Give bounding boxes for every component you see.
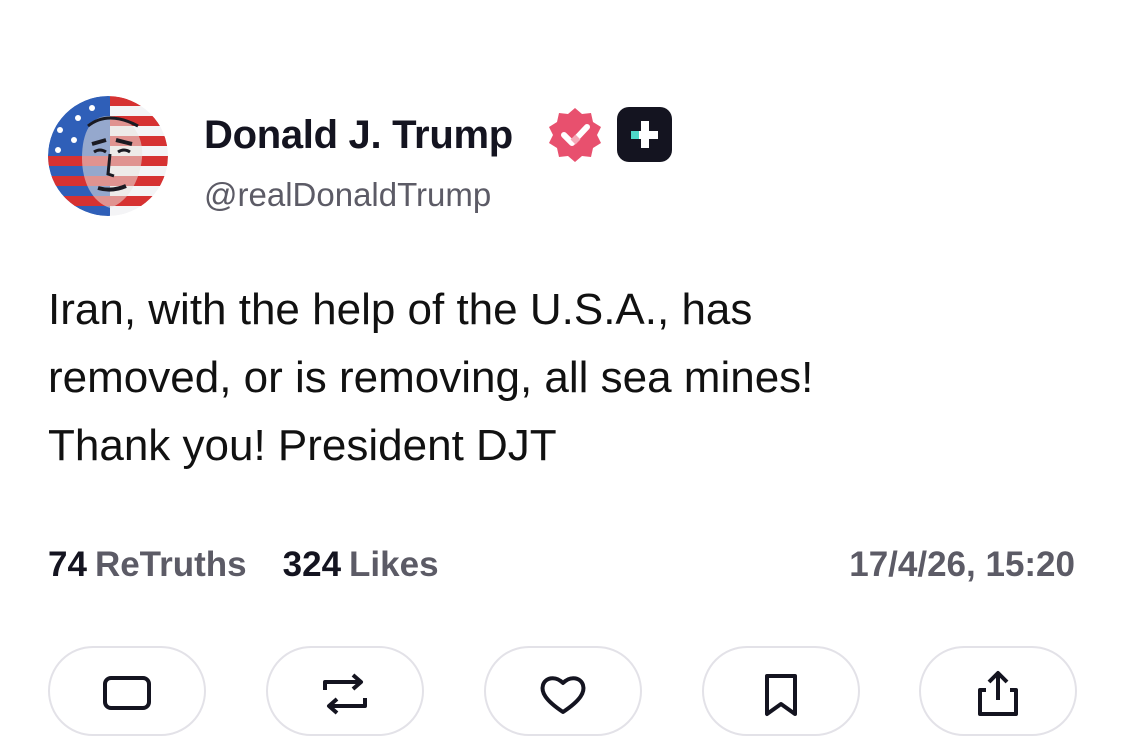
plus-badge-icon [617,107,672,162]
author-display-name[interactable]: Donald J. Trump [204,112,513,158]
bookmark-icon [765,674,797,716]
author-handle[interactable]: @realDonaldTrump [204,176,491,214]
flag-portrait-avatar-icon [48,96,168,216]
share-button[interactable] [919,646,1077,736]
post-text-line: Iran, with the help of the U.S.A., has [48,285,753,334]
reply-button[interactable] [48,646,206,736]
verified-badge-icon [546,106,604,164]
post-card: Donald J. Trump @realDonaldTrump Iran, w… [0,0,1125,736]
post-text-line: removed, or is removing, all sea mines! [48,353,814,402]
retruths-label: ReTruths [94,545,247,584]
likes-count: 324 [282,545,342,584]
likes-stat[interactable]: 324 Likes [283,543,439,587]
retruths-stat[interactable]: 74 ReTruths [48,543,247,587]
post-stats: 74 ReTruths 324 Likes [48,543,475,587]
post-timestamp: 17/4/26, 15:20 [849,545,1075,584]
post-body: Iran, with the help of the U.S.A., has r… [48,276,1048,480]
retruth-button[interactable] [266,646,424,736]
likes-label: Likes [349,545,439,584]
post-text-line: Thank you! President DJT [48,421,557,470]
reply-icon [103,676,151,710]
like-icon [540,676,586,714]
share-icon [978,671,1018,716]
like-button[interactable] [484,646,642,736]
avatar[interactable] [48,96,168,216]
bookmark-button[interactable] [702,646,860,736]
retruth-icon [323,673,367,715]
retruths-count: 74 [48,545,87,584]
